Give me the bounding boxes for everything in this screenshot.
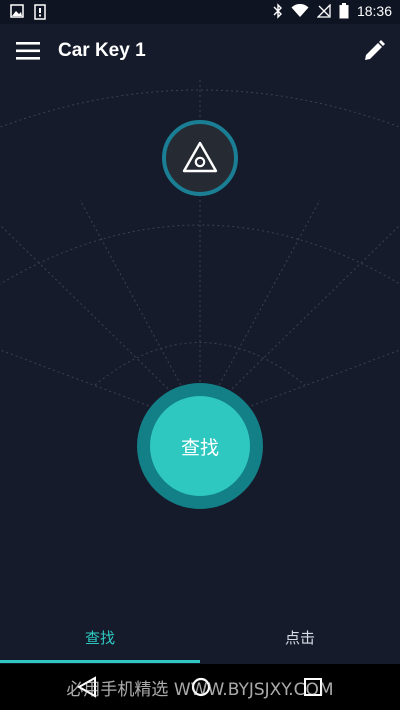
recents-button[interactable]: [302, 676, 324, 698]
pencil-icon: [365, 40, 385, 60]
tab-find[interactable]: 查找: [0, 614, 200, 660]
tab-indicator: [0, 660, 200, 663]
find-button[interactable]: 查找: [150, 396, 250, 496]
home-button[interactable]: [190, 676, 212, 698]
recents-icon: [304, 678, 322, 696]
edit-button[interactable]: [362, 39, 386, 63]
image-icon: [10, 4, 24, 18]
triangle-tag-icon: [182, 141, 218, 173]
bottom-tabs: 查找 点击: [0, 614, 400, 664]
status-time: 18:36: [356, 3, 392, 19]
radar-arc-inner: [94, 342, 306, 386]
system-nav-bar: [0, 664, 400, 710]
page-title: Car Key 1: [58, 40, 146, 61]
app-toolbar: Car Key 1: [0, 24, 400, 80]
sim-icon: [34, 4, 46, 20]
menu-button[interactable]: [16, 41, 40, 61]
back-button[interactable]: [76, 676, 98, 698]
tab-click[interactable]: 点击: [200, 614, 400, 660]
back-icon: [76, 676, 96, 698]
hamburger-menu-icon: [16, 42, 40, 60]
battery-icon: [339, 3, 349, 19]
no-signal-icon: [316, 4, 331, 18]
home-icon: [191, 677, 211, 697]
tracker-tag[interactable]: [162, 120, 238, 196]
status-bar: 18:36: [0, 0, 400, 24]
bluetooth-icon: [273, 3, 282, 19]
wifi-icon: [291, 4, 309, 17]
